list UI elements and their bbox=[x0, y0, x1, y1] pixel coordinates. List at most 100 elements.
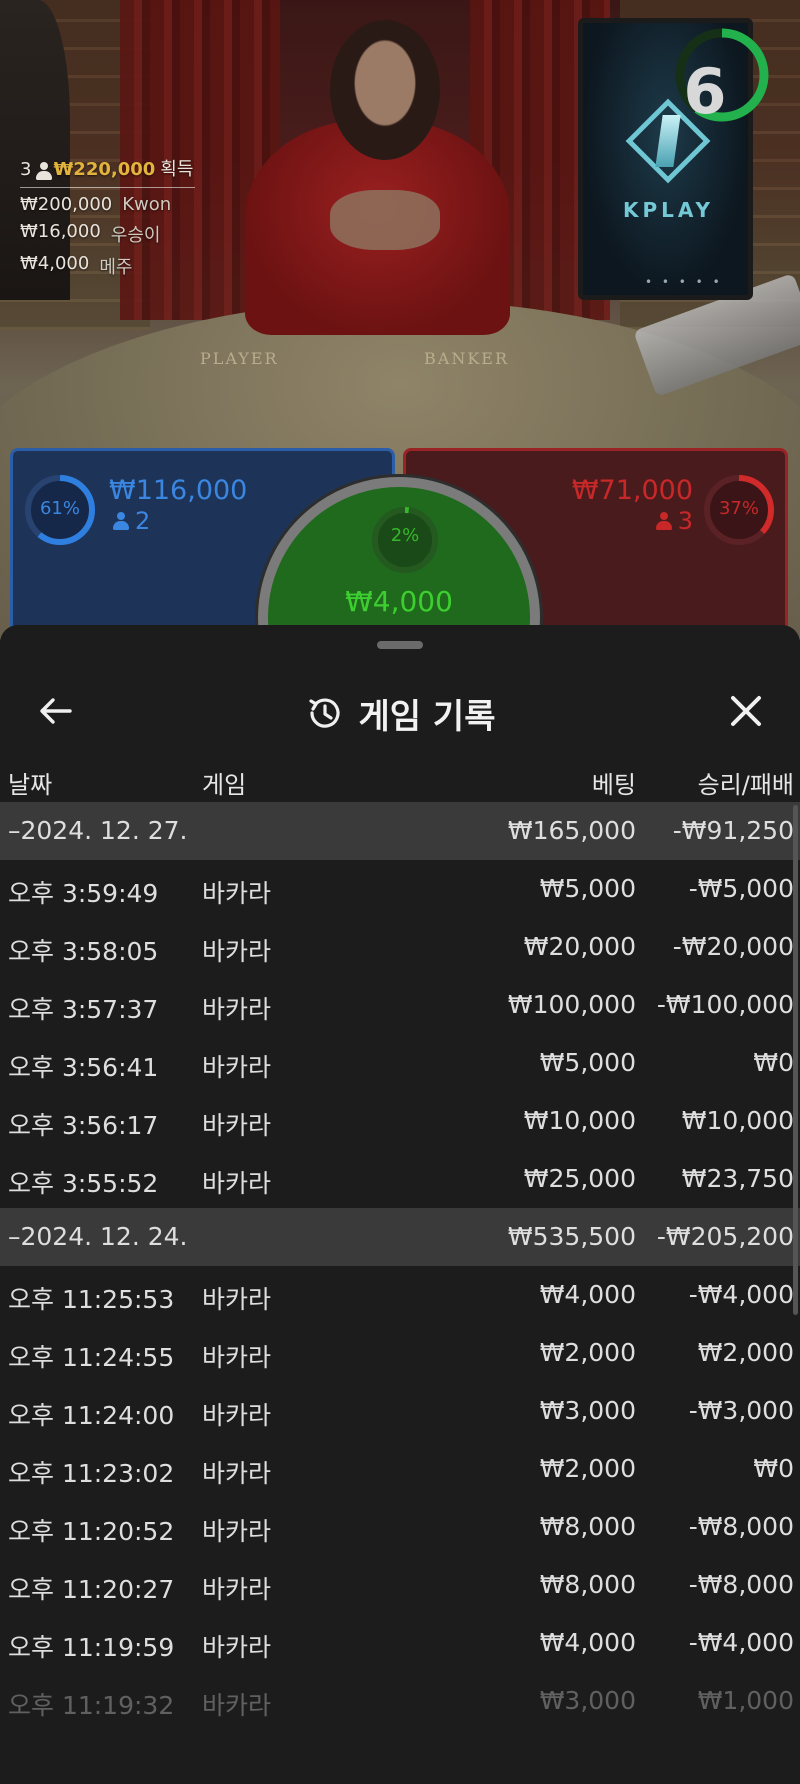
total-win-amount: ₩220,000 bbox=[53, 159, 156, 180]
row-bet: ₩3,000 bbox=[539, 1686, 636, 1715]
sheet-title: 게임 기록 bbox=[358, 696, 496, 737]
row-win-loss: ₩23,750 bbox=[681, 1164, 794, 1193]
scrollbar[interactable] bbox=[793, 805, 798, 1315]
close-icon[interactable] bbox=[724, 689, 768, 733]
title-group: 게임 기록 bbox=[0, 665, 800, 761]
row-bet: ₩3,000 bbox=[539, 1396, 636, 1425]
row-time: 오후 3:55:52 bbox=[8, 1169, 159, 1198]
row-win-loss: -₩8,000 bbox=[688, 1512, 794, 1541]
column-date: 날짜 bbox=[8, 771, 53, 799]
group-date: –2024. 12. 27. bbox=[8, 816, 188, 845]
history-row[interactable]: 오후 11:19:59 바카라 ₩4,000 -₩4,000 bbox=[0, 1614, 800, 1672]
history-list[interactable]: –2024. 12. 27. ₩165,000 -₩91,250 오후 3:59:49… bbox=[0, 802, 800, 1730]
row-game: 바카라 bbox=[202, 1053, 272, 1082]
history-row[interactable]: 오후 11:20:52 바카라 ₩8,000 -₩8,000 bbox=[0, 1498, 800, 1556]
column-bet: 베팅 bbox=[591, 771, 636, 799]
row-win-loss: ₩0 bbox=[753, 1048, 794, 1077]
history-row[interactable]: 오후 3:56:41 바카라 ₩5,000 ₩0 bbox=[0, 1034, 800, 1092]
row-win-loss: -₩8,000 bbox=[688, 1570, 794, 1599]
row-time: 오후 3:58:05 bbox=[8, 937, 159, 966]
row-game: 바카라 bbox=[202, 1401, 272, 1430]
history-row[interactable]: 오후 11:23:02 바카라 ₩2,000 ₩0 bbox=[0, 1440, 800, 1498]
winner-name: 우승이 bbox=[110, 225, 161, 246]
kplay-brand: KPLAY bbox=[623, 198, 714, 222]
banker-bet-amount: ₩71,000 bbox=[571, 475, 693, 506]
tie-percent: 2% bbox=[390, 525, 420, 546]
row-bet: ₩8,000 bbox=[539, 1512, 636, 1541]
history-row[interactable]: 오후 3:58:05 바카라 ₩20,000 -₩20,000 bbox=[0, 918, 800, 976]
banker-percent: 37% bbox=[718, 498, 759, 519]
row-time: 오후 11:20:27 bbox=[8, 1575, 175, 1604]
winner-row: ₩16,000 우승이 bbox=[20, 221, 195, 247]
row-win-loss: ₩10,000 bbox=[681, 1106, 794, 1135]
group-bet-total: ₩165,000 bbox=[507, 816, 636, 845]
row-time: 오후 3:56:17 bbox=[8, 1111, 159, 1140]
dealer-head bbox=[330, 20, 440, 160]
winner-name: 메주 bbox=[99, 257, 133, 278]
sheet-header: 게임 기록 bbox=[0, 665, 800, 761]
row-bet: ₩8,000 bbox=[539, 1570, 636, 1599]
player-percent: 61% bbox=[39, 498, 80, 519]
tie-bet-amount: ₩4,000 bbox=[345, 585, 453, 618]
player-bet-amount: ₩116,000 bbox=[109, 475, 248, 506]
row-bet: ₩2,000 bbox=[539, 1338, 636, 1367]
history-row[interactable]: 오후 11:24:55 바카라 ₩2,000 ₩2,000 bbox=[0, 1324, 800, 1382]
row-game: 바카라 bbox=[202, 1517, 272, 1546]
row-time: 오후 11:20:52 bbox=[8, 1517, 175, 1546]
row-win-loss: -₩3,000 bbox=[688, 1396, 794, 1425]
history-row[interactable]: 오후 3:55:52 바카라 ₩25,000 ₩23,750 bbox=[0, 1150, 800, 1208]
winner-amount: ₩200,000 bbox=[20, 194, 113, 215]
player-bet-count-row: 2 bbox=[113, 507, 150, 535]
history-row[interactable]: 오후 3:57:37 바카라 ₩100,000 -₩100,000 bbox=[0, 976, 800, 1034]
history-row[interactable]: 오후 11:19:32 바카라 ₩3,000 ₩1,000 bbox=[0, 1672, 800, 1730]
row-bet: ₩10,000 bbox=[523, 1106, 636, 1135]
banker-bet-count: 3 bbox=[677, 507, 693, 535]
row-game: 바카라 bbox=[202, 879, 272, 908]
history-row[interactable]: 오후 3:59:49 바카라 ₩5,000 -₩5,000 bbox=[0, 860, 800, 918]
history-icon bbox=[308, 698, 340, 728]
row-game: 바카라 bbox=[202, 1459, 272, 1488]
row-game: 바카라 bbox=[202, 995, 272, 1024]
group-date: –2024. 12. 24. bbox=[8, 1222, 188, 1251]
winner-name: Kwon bbox=[122, 194, 172, 215]
countdown-value: 6 bbox=[683, 55, 727, 128]
dealer-hands bbox=[330, 190, 440, 250]
row-win-loss: -₩4,000 bbox=[688, 1280, 794, 1309]
winner-amount: ₩16,000 bbox=[20, 221, 101, 242]
banker-area-label: BANKER bbox=[424, 349, 509, 368]
total-win-suffix: 획득 bbox=[160, 159, 194, 180]
column-game: 게임 bbox=[202, 771, 247, 799]
column-win-loss: 승리/패배 bbox=[697, 771, 794, 799]
player-area-label: PLAYER bbox=[200, 349, 279, 368]
row-bet: ₩4,000 bbox=[539, 1280, 636, 1309]
winners-panel: 3 ₩220,000 획득 ₩200,000 Kwon ₩16,000 우승이 … bbox=[20, 155, 195, 279]
history-row[interactable]: 오후 3:56:17 바카라 ₩10,000 ₩10,000 bbox=[0, 1092, 800, 1150]
history-row[interactable]: 오후 11:25:53 바카라 ₩4,000 -₩4,000 bbox=[0, 1266, 800, 1324]
row-game: 바카라 bbox=[202, 1169, 272, 1198]
winner-row: ₩200,000 Kwon bbox=[20, 194, 195, 215]
winner-amount: ₩4,000 bbox=[20, 253, 90, 274]
row-win-loss: -₩20,000 bbox=[672, 932, 794, 961]
total-win-row: 3 ₩220,000 획득 bbox=[20, 155, 195, 188]
person-icon bbox=[36, 162, 53, 180]
group-win-loss-total: -₩205,200 bbox=[656, 1222, 794, 1251]
row-time: 오후 3:57:37 bbox=[8, 995, 159, 1024]
history-row[interactable]: 오후 11:20:27 바카라 ₩8,000 -₩8,000 bbox=[0, 1556, 800, 1614]
banker-bet-count-row: 3 bbox=[655, 507, 693, 535]
row-time: 오후 11:23:02 bbox=[8, 1459, 175, 1488]
row-bet: ₩20,000 bbox=[523, 932, 636, 961]
row-time: 오후 3:56:41 bbox=[8, 1053, 159, 1082]
date-group-row[interactable]: –2024. 12. 27. ₩165,000 -₩91,250 bbox=[0, 802, 800, 860]
row-bet: ₩2,000 bbox=[539, 1454, 636, 1483]
group-bet-total: ₩535,500 bbox=[507, 1222, 636, 1251]
sheet-drag-handle[interactable] bbox=[377, 641, 423, 649]
row-bet: ₩4,000 bbox=[539, 1628, 636, 1657]
row-time: 오후 3:59:49 bbox=[8, 879, 159, 908]
group-win-loss-total: -₩91,250 bbox=[672, 816, 794, 845]
date-group-row[interactable]: –2024. 12. 24. ₩535,500 -₩205,200 bbox=[0, 1208, 800, 1266]
history-row[interactable]: 오후 11:24:00 바카라 ₩3,000 -₩3,000 bbox=[0, 1382, 800, 1440]
row-bet: ₩5,000 bbox=[539, 874, 636, 903]
winner-row: ₩4,000 메주 bbox=[20, 253, 195, 279]
row-time: 오후 11:25:53 bbox=[8, 1285, 175, 1314]
row-game: 바카라 bbox=[202, 1691, 272, 1720]
